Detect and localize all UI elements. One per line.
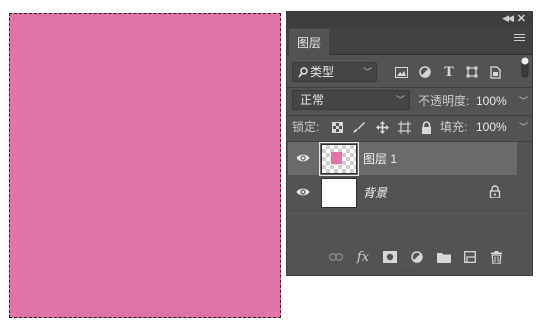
divider	[287, 115, 532, 116]
divider	[287, 87, 532, 88]
layers-panel: ◀◀ ✕ 图层 类型 ﹀ T 正常 ﹀ 不透明度: 100% ﹀ 锁定: 填充:…	[286, 11, 533, 276]
layer-row-layer-1[interactable]: 图层 1	[288, 142, 517, 176]
lock-image-pixels-icon[interactable]	[352, 120, 366, 134]
layer-name[interactable]: 背景	[363, 184, 387, 201]
divider	[287, 210, 532, 211]
shape-filter-icon[interactable]	[465, 65, 479, 79]
new-group-folder-icon[interactable]	[436, 249, 452, 265]
smart-object-filter-icon[interactable]	[488, 65, 502, 79]
layer-name[interactable]: 图层 1	[363, 150, 397, 167]
chevron-down-icon[interactable]: ﹀	[519, 91, 528, 111]
panel-tab-row: 图层	[287, 27, 532, 55]
link-layers-icon[interactable]	[328, 249, 344, 265]
opacity-label: 不透明度:	[418, 94, 470, 108]
lock-position-icon[interactable]	[375, 120, 389, 134]
fill-value[interactable]: 100%	[476, 117, 507, 137]
blend-row: 正常 ﹀ 不透明度: 100% ﹀	[292, 90, 528, 112]
type-filter-icon[interactable]: T	[442, 65, 456, 80]
adjustment-filter-icon[interactable]	[418, 65, 432, 79]
image-filter-icon[interactable]	[394, 65, 408, 79]
delete-layer-icon[interactable]	[488, 249, 504, 265]
lock-label: 锁定:	[292, 120, 320, 134]
eye-icon[interactable]	[296, 186, 310, 198]
chevron-down-icon: ﹀	[362, 67, 372, 77]
chevron-down-icon: ﹀	[395, 95, 405, 105]
blend-mode-dropdown[interactable]: 正常 ﹀	[292, 90, 410, 110]
layer-thumbnail	[321, 178, 357, 208]
lock-artboard-icon[interactable]	[397, 120, 411, 134]
layer-row-background[interactable]: 背景	[288, 176, 517, 209]
lock-icon	[489, 185, 501, 198]
new-layer-icon[interactable]	[462, 249, 478, 265]
filter-kind-dropdown[interactable]: 类型 ﹀	[292, 62, 377, 82]
fill-label: 填充:	[440, 120, 468, 134]
opacity-value[interactable]: 100%	[476, 91, 507, 111]
close-panel-icon[interactable]: ✕	[517, 12, 526, 25]
chevron-down-icon[interactable]: ﹀	[519, 117, 528, 137]
adjustment-layer-icon[interactable]	[409, 249, 425, 265]
selection-marquee	[9, 13, 281, 318]
layer-thumbnail-pink	[331, 152, 342, 164]
search-icon	[298, 67, 308, 78]
layer-thumbnail	[319, 142, 359, 176]
blend-mode-value: 正常	[300, 93, 325, 107]
tab-layers[interactable]: 图层	[289, 29, 329, 55]
panel-resize-grip[interactable]	[402, 270, 418, 274]
lock-transparent-pixels-icon[interactable]	[330, 120, 344, 134]
filter-toggle-switch[interactable]	[521, 56, 529, 78]
layers-bottom-toolbar: fx	[287, 244, 532, 270]
panel-menu-icon[interactable]	[514, 34, 525, 43]
document-canvas[interactable]	[9, 13, 281, 318]
eye-icon[interactable]	[296, 152, 310, 164]
filter-kind-label: 类型	[310, 65, 335, 79]
layer-filter-row: 类型 ﹀ T	[292, 57, 529, 84]
collapse-panel-icon[interactable]: ◀◀	[502, 13, 514, 24]
lock-all-icon[interactable]	[419, 120, 433, 134]
layer-style-fx-icon[interactable]: fx	[355, 249, 371, 265]
panel-titlebar: ◀◀ ✕	[287, 12, 532, 27]
add-layer-mask-icon[interactable]	[382, 249, 398, 265]
lock-row: 锁定: 填充: 100% ﹀	[292, 117, 528, 139]
